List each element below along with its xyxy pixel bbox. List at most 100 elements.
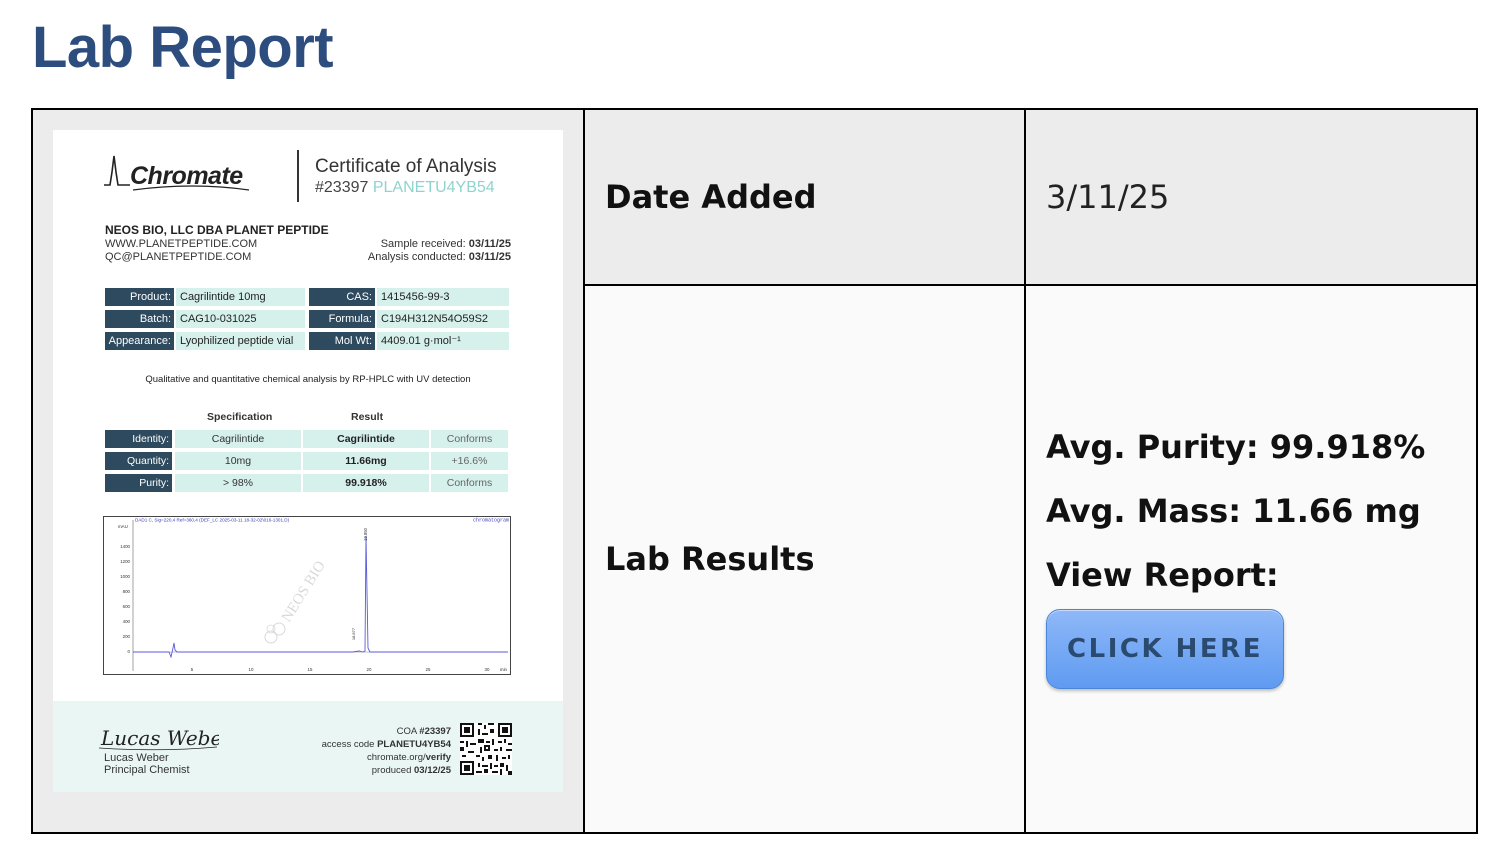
sample-received-date: 03/11/25	[468, 238, 511, 250]
signer-role: Principal Chemist	[104, 764, 190, 776]
result-status: Conforms	[431, 474, 508, 492]
date-added-label: Date Added	[605, 178, 817, 216]
logo-swoosh-icon	[132, 185, 250, 191]
chromate-logo: Chromate	[103, 154, 253, 194]
click-here-button[interactable]: CLICK HERE	[1046, 609, 1284, 689]
result-spec: Cagrilintide	[175, 430, 301, 448]
detail-mol-wt: Mol Wt: 4409.01 g·mol⁻¹	[309, 332, 509, 350]
result-spec: > 98%	[175, 474, 301, 492]
coa-number: #23397	[419, 726, 451, 737]
verify-link[interactable]: chromate.org/verify	[367, 752, 451, 763]
x-tick-label: 10	[249, 667, 254, 672]
certificate-thumbnail-cell: Chromate Certificate of Analysis #23397 …	[33, 110, 585, 832]
chromatogram-y-unit: mAU	[118, 524, 128, 529]
client-company: NEOS BIO, LLC DBA PLANET PEPTIDE	[105, 223, 329, 237]
access-code: PLANETU4YB54	[377, 739, 451, 750]
handwritten-signature: Lucas Weber	[99, 726, 219, 751]
produced-date: 03/12/25	[414, 765, 451, 776]
lab-results-label-cell: Lab Results	[585, 286, 1026, 832]
analysis-method: Qualitative and quantitative chemical an…	[145, 374, 471, 385]
produced-label: produced	[371, 765, 412, 776]
access-code-line: access code PLANETU4YB54	[322, 739, 451, 750]
result-value: 99.918%	[303, 474, 429, 492]
chromatogram-tag: chromatogram	[473, 518, 509, 524]
y-tick-label: 1000	[120, 574, 130, 579]
access-label: access code	[321, 739, 375, 750]
y-tick-label: 800	[123, 589, 131, 594]
specification-header: Specification	[207, 411, 273, 423]
client-email: QC@PLANETPEPTIDE.COM	[105, 251, 252, 263]
analysis-conducted-date: 03/11/25	[468, 251, 511, 263]
page-title: Lab Report	[32, 15, 334, 80]
produced-line: produced 03/12/25	[372, 765, 451, 776]
y-tick-label: 400	[123, 619, 131, 624]
result-value: Cagrilintide	[303, 430, 429, 448]
qr-code-icon[interactable]	[460, 723, 512, 775]
detail-product: Product: Cagrilintide 10mg	[105, 288, 305, 306]
date-added-value: 3/11/25	[1046, 178, 1170, 216]
detail-key: Formula:	[309, 310, 375, 328]
result-key: Quantity:	[105, 452, 172, 470]
x-tick-label: 25	[426, 667, 431, 672]
date-added-label-cell: Date Added	[585, 110, 1026, 286]
detail-formula: Formula: C194H312N54O59S2	[309, 310, 509, 328]
y-tick-label: 600	[123, 604, 131, 609]
sample-received-label: Sample received:	[380, 238, 466, 250]
detail-value: C194H312N54O59S2	[377, 310, 509, 328]
result-key: Purity:	[105, 474, 172, 492]
result-status: Conforms	[431, 430, 508, 448]
x-tick-label: 20	[367, 667, 372, 672]
verify-domain: chromate.org/	[367, 752, 426, 763]
y-tick-label: 200	[123, 634, 131, 639]
certificate-title: Certificate of Analysis	[315, 156, 497, 177]
detail-key: Appearance:	[105, 332, 174, 350]
y-tick-label: 1400	[120, 544, 130, 549]
x-tick-label: 15	[308, 667, 313, 672]
certificate-of-analysis-image[interactable]: Chromate Certificate of Analysis #23397 …	[53, 130, 563, 792]
view-report-label: View Report:	[1046, 556, 1279, 594]
detail-batch: Batch: CAG10-031025	[105, 310, 305, 328]
detail-key: Product:	[105, 288, 174, 306]
y-tick-label: 1200	[120, 559, 130, 564]
coa-number-line: COA #23397	[397, 726, 451, 737]
certificate-footer: Lucas Weber Lucas Weber Principal Chemis…	[53, 701, 563, 792]
detail-value: 1415456-99-3	[377, 288, 509, 306]
sample-dates: Sample received: 03/11/25 Analysis condu…	[368, 238, 511, 264]
detail-value: 4409.01 g·mol⁻¹	[377, 332, 509, 350]
avg-purity: Avg. Purity: 99.918%	[1046, 428, 1426, 466]
x-unit-label: min	[500, 667, 508, 672]
detail-cas: CAS: 1415456-99-3	[309, 288, 509, 306]
certificate-id: #23397 PLANETU4YB54	[315, 179, 495, 197]
certificate-number: #23397	[315, 179, 369, 196]
certificate-code: PLANETU4YB54	[372, 179, 495, 196]
logo-divider	[297, 150, 299, 202]
analysis-conducted-label: Analysis conducted:	[367, 251, 466, 263]
hplc-chromatogram: DAD1 C, Sig=220,4 Ref=360,4 (DEF_LC 2025…	[103, 516, 511, 675]
result-spec: 10mg	[175, 452, 301, 470]
detail-key: Batch:	[105, 310, 174, 328]
result-status: +16.6%	[431, 452, 508, 470]
signature-text: Lucas Weber	[100, 726, 219, 750]
result-value: 11.66mg	[303, 452, 429, 470]
coa-label: COA	[396, 726, 417, 737]
result-header: Result	[351, 411, 384, 423]
detail-value: Cagrilintide 10mg	[176, 288, 305, 306]
lab-results-label: Lab Results	[605, 540, 815, 578]
client-website: WWW.PLANETPEPTIDE.COM	[105, 238, 258, 250]
verify-path: verify	[425, 752, 451, 763]
detail-key: CAS:	[309, 288, 375, 306]
result-key: Identity:	[105, 430, 172, 448]
detail-value: Lyophilized peptide vial	[176, 332, 305, 350]
avg-mass: Avg. Mass: 11.66 mg	[1046, 492, 1421, 530]
lab-report-table: Chromate Certificate of Analysis #23397 …	[31, 108, 1478, 834]
signer-name: Lucas Weber	[104, 752, 169, 764]
main-peak-label: 19.850	[363, 527, 368, 540]
x-tick-label: 30	[485, 667, 490, 672]
detail-appearance: Appearance: Lyophilized peptide vial	[105, 332, 305, 350]
detail-value: CAG10-031025	[176, 310, 305, 328]
minor-peak-label: 18.877	[351, 627, 356, 640]
detail-key: Mol Wt:	[309, 332, 375, 350]
lab-results-value-cell: Avg. Purity: 99.918% Avg. Mass: 11.66 mg…	[1026, 286, 1476, 832]
chromatogram-header: DAD1 C, Sig=220,4 Ref=360,4 (DEF_LC 2025…	[135, 518, 290, 523]
date-added-value-cell: 3/11/25	[1026, 110, 1476, 286]
